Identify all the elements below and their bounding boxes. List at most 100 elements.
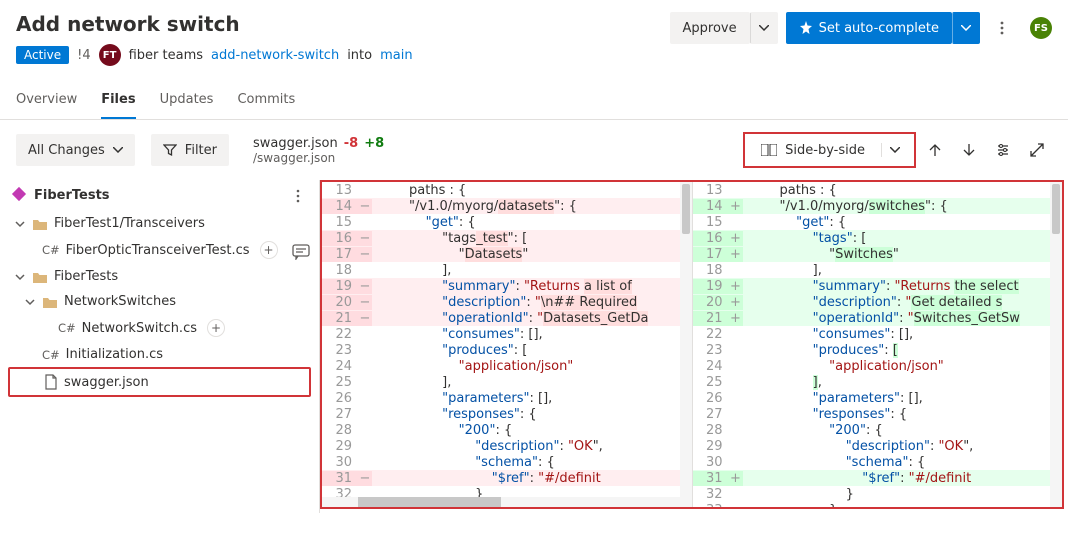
diff-pane-left[interactable]: 13 paths : {14− "/v1.0/myorg/datasets": … — [322, 182, 692, 507]
tree-folder[interactable]: FiberTests — [8, 264, 311, 289]
user-avatar[interactable]: FS — [1030, 17, 1052, 39]
diff-line[interactable]: 31− "$ref": "#/definit — [322, 470, 692, 486]
diff-line[interactable]: 32 } — [693, 486, 1063, 502]
diff-line[interactable]: 29 "description": "OK", — [693, 438, 1063, 454]
diff-line[interactable]: 28 "200": { — [693, 422, 1063, 438]
diff-line[interactable]: 20− "description": "\n## Required — [322, 294, 692, 310]
diff-pane-right[interactable]: 13 paths : {14+ "/v1.0/myorg/switches": … — [692, 182, 1063, 507]
author-name: fiber teams — [129, 48, 203, 63]
diff-line[interactable]: 14+ "/v1.0/myorg/switches": { — [693, 198, 1063, 214]
comment-icon[interactable] — [292, 244, 310, 260]
diff-line[interactable]: 27 "responses": { — [693, 406, 1063, 422]
diff-line[interactable]: 18 ], — [322, 262, 692, 278]
diff-line[interactable]: 30 "schema": { — [693, 454, 1063, 470]
diff-line[interactable]: 16− "tags_test": [ — [322, 230, 692, 246]
auto-complete-dropdown[interactable] — [952, 12, 980, 44]
diff-line[interactable]: 23 "produces": [ — [322, 342, 692, 358]
diff-line[interactable]: 31+ "$ref": "#/definit — [693, 470, 1063, 486]
line-number: 27 — [322, 407, 358, 422]
filter-icon — [163, 143, 177, 157]
diff-marker: + — [729, 295, 743, 310]
all-changes-dropdown[interactable]: All Changes — [16, 134, 135, 166]
file-name: swagger.json — [253, 136, 338, 151]
line-number: 15 — [322, 215, 358, 230]
side-by-side-button[interactable]: Side-by-side — [751, 139, 875, 162]
diff-line[interactable]: 30 "schema": { — [322, 454, 692, 470]
tree-file[interactable]: C#FiberOpticTransceiverTest.cs+ — [8, 236, 311, 264]
add-comment-button[interactable]: + — [260, 241, 278, 259]
approve-button[interactable]: Approve — [670, 12, 750, 44]
code-text: "/v1.0/myorg/switches": { — [743, 199, 1063, 214]
line-number: 26 — [322, 391, 358, 406]
more-vertical-icon[interactable] — [291, 189, 305, 203]
tree-file[interactable]: C#NetworkSwitch.cs+ — [8, 314, 311, 342]
diff-line[interactable]: 26 "parameters": [], — [693, 390, 1063, 406]
source-branch-link[interactable]: add-network-switch — [211, 48, 339, 63]
diff-line[interactable]: 16+ "tags": [ — [693, 230, 1063, 246]
tree-folder[interactable]: NetworkSwitches — [8, 289, 311, 314]
diff-line[interactable]: 17+ "Switches" — [693, 246, 1063, 262]
filter-button[interactable]: Filter — [151, 134, 229, 166]
diff-line[interactable]: 13 paths : { — [322, 182, 692, 198]
prev-diff-button[interactable] — [920, 135, 950, 165]
code-text: "description": "OK", — [372, 439, 692, 454]
code-text: ], — [372, 263, 692, 278]
code-text: ], — [372, 375, 692, 390]
approve-dropdown[interactable] — [750, 12, 778, 44]
next-diff-button[interactable] — [954, 135, 984, 165]
diff-line[interactable]: 15 "get": { — [322, 214, 692, 230]
diff-line[interactable]: 13 paths : { — [693, 182, 1063, 198]
author-avatar[interactable]: FT — [99, 44, 121, 66]
diff-line[interactable]: 20+ "description": "Get detailed s — [693, 294, 1063, 310]
code-text: "operationId": "Datasets_GetDa — [372, 311, 692, 326]
tab-commits[interactable]: Commits — [237, 82, 295, 119]
diff-line[interactable]: 19− "summary": "Returns a list of — [322, 278, 692, 294]
folder-icon — [42, 295, 58, 309]
diff-line[interactable]: 17− "Datasets" — [322, 246, 692, 262]
diff-line[interactable]: 25 ], — [693, 374, 1063, 390]
code-text: "200": { — [743, 423, 1063, 438]
lines-added: +8 — [364, 136, 384, 151]
diff-line[interactable]: 22 "consumes": [], — [693, 326, 1063, 342]
line-number: 14 — [322, 199, 358, 214]
more-actions-button[interactable] — [988, 12, 1016, 44]
settings-button[interactable] — [988, 135, 1018, 165]
chevron-down-icon — [890, 147, 900, 153]
diff-line[interactable]: 19+ "summary": "Returns the select — [693, 278, 1063, 294]
diff-line[interactable]: 23 "produces": [ — [693, 342, 1063, 358]
tab-updates[interactable]: Updates — [160, 82, 214, 119]
diff-line[interactable]: 21− "operationId": "Datasets_GetDa — [322, 310, 692, 326]
diff-line[interactable]: 28 "200": { — [322, 422, 692, 438]
diff-line[interactable]: 24 "application/json" — [322, 358, 692, 374]
target-branch-link[interactable]: main — [380, 48, 412, 63]
diff-marker: − — [358, 311, 372, 326]
tree-folder[interactable]: FiberTest1/Transceivers — [8, 211, 311, 236]
scrollbar-horizontal[interactable] — [322, 497, 680, 507]
diff-line[interactable]: 29 "description": "OK", — [322, 438, 692, 454]
diff-mode-dropdown[interactable] — [881, 143, 908, 157]
tab-files[interactable]: Files — [101, 82, 135, 119]
diff-line[interactable]: 18 ], — [693, 262, 1063, 278]
file-tree: FiberTest1/TransceiversC#FiberOpticTrans… — [0, 211, 319, 397]
diff-line[interactable]: 27 "responses": { — [322, 406, 692, 422]
diff-line[interactable]: 15 "get": { — [693, 214, 1063, 230]
line-number: 29 — [693, 439, 729, 454]
tree-file[interactable]: swagger.json — [8, 367, 311, 397]
diff-line[interactable]: 22 "consumes": [], — [322, 326, 692, 342]
add-comment-button[interactable]: + — [207, 319, 225, 337]
diff-line[interactable]: 24 "application/json" — [693, 358, 1063, 374]
diff-line[interactable]: 33 } — [693, 502, 1063, 507]
scrollbar-vertical[interactable] — [680, 182, 692, 507]
code-text: "get": { — [372, 215, 692, 230]
scrollbar-vertical[interactable] — [1050, 182, 1062, 507]
diff-line[interactable]: 14− "/v1.0/myorg/datasets": { — [322, 198, 692, 214]
tree-file[interactable]: C#Initialization.cs — [8, 342, 311, 367]
set-auto-complete-button[interactable]: Set auto-complete — [786, 12, 952, 44]
diff-line[interactable]: 25 ], — [322, 374, 692, 390]
diff-line[interactable]: 26 "parameters": [], — [322, 390, 692, 406]
chevron-down-icon — [14, 219, 26, 229]
fullscreen-button[interactable] — [1022, 135, 1052, 165]
diff-marker: − — [358, 279, 372, 294]
tab-overview[interactable]: Overview — [16, 82, 77, 119]
diff-line[interactable]: 21+ "operationId": "Switches_GetSw — [693, 310, 1063, 326]
